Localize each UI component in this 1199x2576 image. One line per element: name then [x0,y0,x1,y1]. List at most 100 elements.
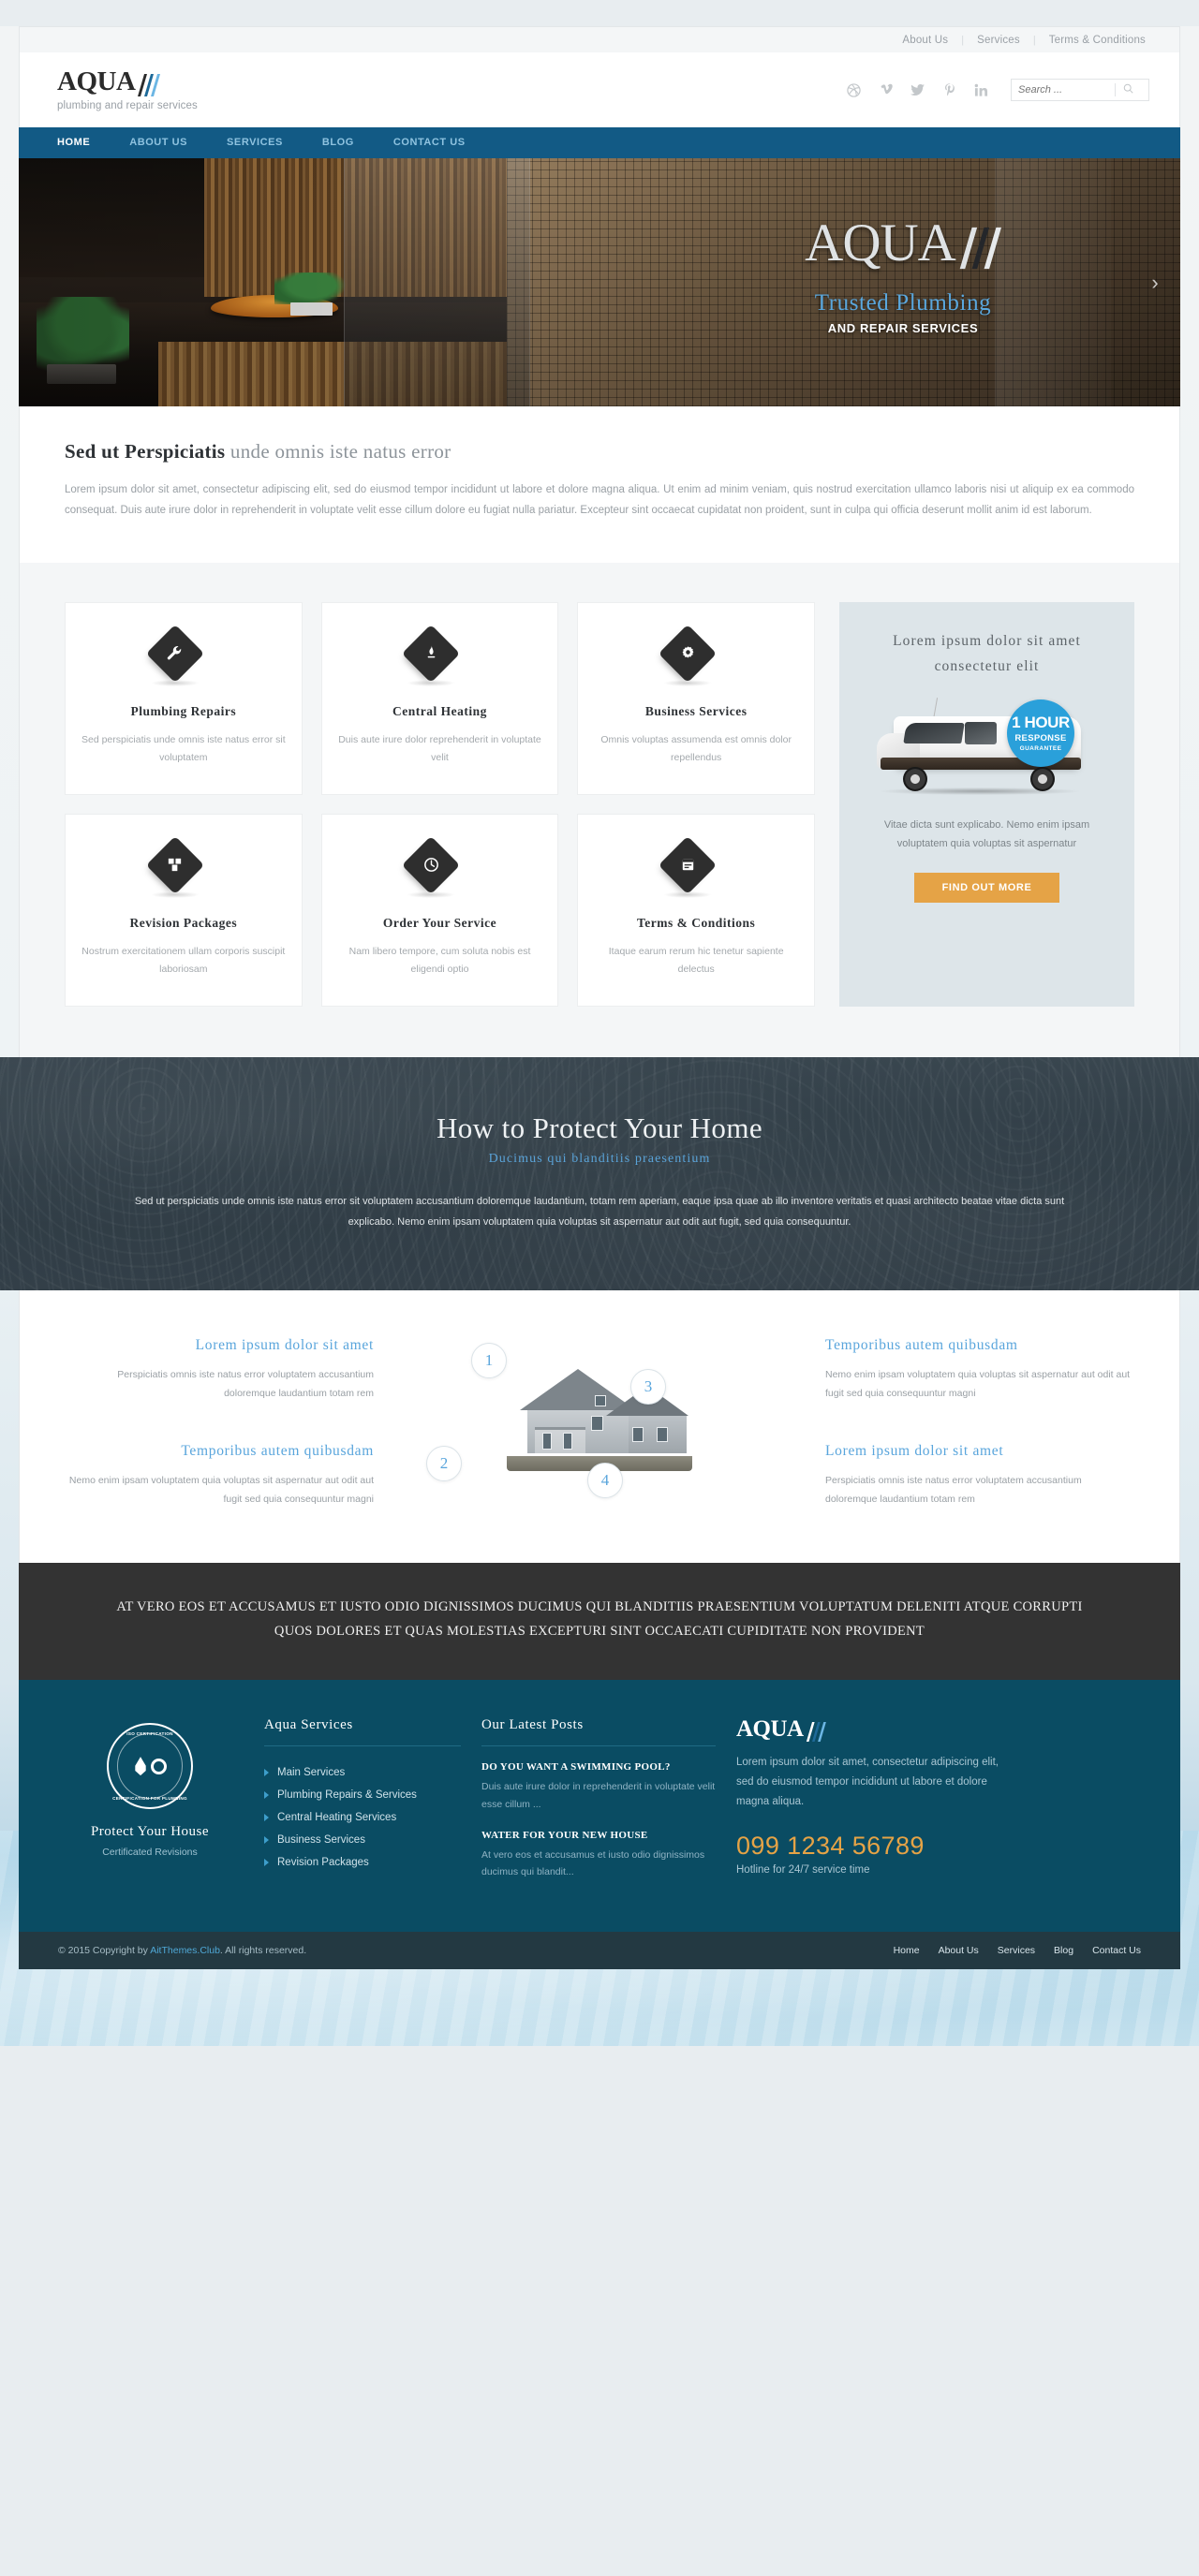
service-text: Nam libero tempore, cum soluta nobis est… [348,945,531,976]
logo-text: AQUA [57,66,136,96]
site-container-lower: Lorem ipsum dolor sit amet Perspiciatis … [19,1289,1180,1969]
gear-icon [667,633,708,674]
footer-post-title: Water for Your New House [481,1829,648,1841]
service-text: Omnis voluptas assumenda est omnis dolor… [600,733,792,764]
service-card-revision-packages[interactable]: Revision Packages Nostrum exercitationem… [65,813,303,1007]
footer-service-label: Main Services [277,1767,346,1779]
footer-post-title: Do You Want a Swimming Pool? [481,1761,671,1774]
nav-item-services[interactable]: SERVICES [207,127,303,158]
promo-van-image: 1 HOUR RESPONSE GUARANTEE [860,692,1114,802]
hero-content: AQUA Trusted Plumbing AND REPAIR SERVICE… [706,216,1100,335]
nav-item-home[interactable]: HOME [37,127,110,158]
footer-post-item[interactable]: Water for Your New House At vero eos et … [481,1830,716,1881]
service-title: Order Your Service [382,915,497,930]
house-feature-title: Temporibus autem quibusdam [181,1443,374,1460]
page-bottom-spacer [0,1969,1199,2046]
house-marker-3[interactable]: 3 [630,1368,666,1405]
twitter-icon[interactable] [910,82,925,98]
footer-about-text: Lorem ipsum dolor sit amet, consectetur … [736,1757,999,1807]
protect-home-section: How to Protect Your Home Ducimus qui bla… [0,1057,1199,1290]
house-feature-title: Temporibus autem quibusdam [825,1337,1018,1354]
footer-service-link-central-heating[interactable]: Central Heating Services [264,1806,461,1829]
footer-service-link-main-services[interactable]: Main Services [264,1761,461,1784]
footer-service-link-business-services[interactable]: Business Services [264,1829,461,1851]
chevron-right-icon [264,1836,269,1845]
linkedin-icon[interactable] [973,82,989,98]
promo-text: Vitae dicta sunt explicabo. Nemo enim ip… [883,819,1090,850]
hero-subheadline: AND REPAIR SERVICES [827,321,979,335]
hero-logo-text: AQUA [805,213,956,272]
footer-service-link-revision-packages[interactable]: Revision Packages [264,1851,461,1874]
gear-icon [150,1758,167,1774]
intro-heading: Sed ut Perspiciatis unde omnis iste natu… [65,440,1134,464]
service-card-terms-conditions[interactable]: Terms & Conditions Itaque earum rerum hi… [577,813,815,1007]
service-card-plumbing-repairs[interactable]: Plumbing Repairs Sed perspiciatis unde o… [65,601,303,795]
topbar-link-services[interactable]: Services [964,35,1033,46]
topbar-link-terms[interactable]: Terms & Conditions [1036,35,1159,46]
site-header: AQUA plumbing and repair services [19,52,1180,127]
house-marker-2[interactable]: 2 [426,1445,462,1481]
nav-item-about-us[interactable]: ABOUT US [110,127,207,158]
footer-nav-contact-us[interactable]: Contact Us [1092,1945,1141,1956]
footer-nav-services[interactable]: Services [998,1945,1035,1956]
service-card-business-services[interactable]: Business Services Omnis voluptas assumen… [577,601,815,795]
site-container: About Us | Services | Terms & Conditions… [19,26,1180,1057]
house-feature-title: Lorem ipsum dolor sit amet [825,1443,1004,1460]
wrench-icon [155,633,196,674]
service-icon-wrap [145,624,225,686]
footer-nav-home[interactable]: Home [894,1945,920,1956]
search-box[interactable] [1011,79,1149,101]
copyright-brand-link[interactable]: AitThemes.Club [150,1945,220,1956]
puzzle-icon [155,845,196,886]
house-feature-text: Perspiciatis omnis iste natus error volu… [825,1475,1082,1505]
logo-bars-icon [136,74,161,96]
intro-body: Lorem ipsum dolor sit amet, consectetur … [65,484,1134,517]
house-marker-1[interactable]: 1 [471,1342,507,1378]
protect-home-subtitle: Ducimus qui blanditiis praesentium [488,1151,711,1166]
house-diagram: 1 2 3 4 [391,1337,808,1510]
house-marker-4[interactable]: 4 [587,1462,623,1498]
footer-posts-heading: Our Latest Posts [481,1717,716,1747]
service-card-central-heating[interactable]: Central Heating Duis aute irure dolor re… [320,601,559,795]
protect-home-body: Sed ut perspiciatis unde omnis iste natu… [134,1195,1065,1228]
promo-title-line2: consectetur elit [934,657,1040,674]
topbar-link-about-us[interactable]: About Us [889,35,961,46]
house-features-section: Lorem ipsum dolor sit amet Perspiciatis … [19,1289,1180,1563]
nav-item-blog[interactable]: BLOG [303,127,374,158]
find-out-more-button[interactable]: FIND OUT MORE [913,872,1060,903]
footer-logo-text: AQUA [736,1716,804,1743]
footer-seal-subtitle: Certificated Revisions [102,1847,198,1859]
hero-slider: AQUA Trusted Plumbing AND REPAIR SERVICE… [19,158,1180,406]
footer-nav-about-us[interactable]: About Us [939,1945,979,1956]
house-features-right: Temporibus autem quibusdam Nemo enim ips… [825,1337,1134,1509]
search-input[interactable] [1012,84,1115,96]
chevron-right-icon [264,1791,269,1800]
footer-service-label: Central Heating Services [277,1812,397,1824]
promo-widget: Lorem ipsum dolor sit amet consectetur e… [839,601,1134,1007]
water-drop-icon [135,1757,146,1776]
footer-post-item[interactable]: Do You Want a Swimming Pool? Duis aute i… [481,1761,716,1813]
service-title: Terms & Conditions [637,915,756,930]
chevron-right-icon[interactable]: › [1143,267,1167,299]
footer-nav-blog[interactable]: Blog [1054,1945,1073,1956]
services-section: Plumbing Repairs Sed perspiciatis unde o… [19,562,1180,1057]
vimeo-icon[interactable] [878,82,894,98]
badge-line-2: RESPONSE [1014,733,1067,744]
search-icon[interactable] [1116,83,1140,96]
service-title: Plumbing Repairs [130,703,237,718]
house-illustration [501,1354,698,1471]
nav-item-contact-us[interactable]: CONTACT US [374,127,485,158]
dribbble-icon[interactable] [846,82,862,98]
service-title: Central Heating [392,703,487,718]
certification-seal-icon: ISO CERTIFICATION CERTIFICATION FOR PLUM… [107,1723,193,1810]
chevron-right-icon [264,1769,269,1777]
house-feature-title: Lorem ipsum dolor sit amet [195,1337,374,1354]
quote-text: At vero eos et accusamus et iusto odio d… [116,1598,1083,1640]
footer-post-excerpt: Duis aute irure dolor in reprehenderit i… [481,1781,716,1810]
footer-service-link-plumbing-repairs[interactable]: Plumbing Repairs & Services [264,1784,461,1806]
footer-phone: 099 1234 56789 [736,1832,925,1861]
service-icon-wrap [145,835,225,898]
site-logo[interactable]: AQUA plumbing and repair services [40,66,198,112]
service-card-order-your-service[interactable]: Order Your Service Nam libero tempore, c… [320,813,559,1007]
pinterest-icon[interactable] [941,82,957,98]
